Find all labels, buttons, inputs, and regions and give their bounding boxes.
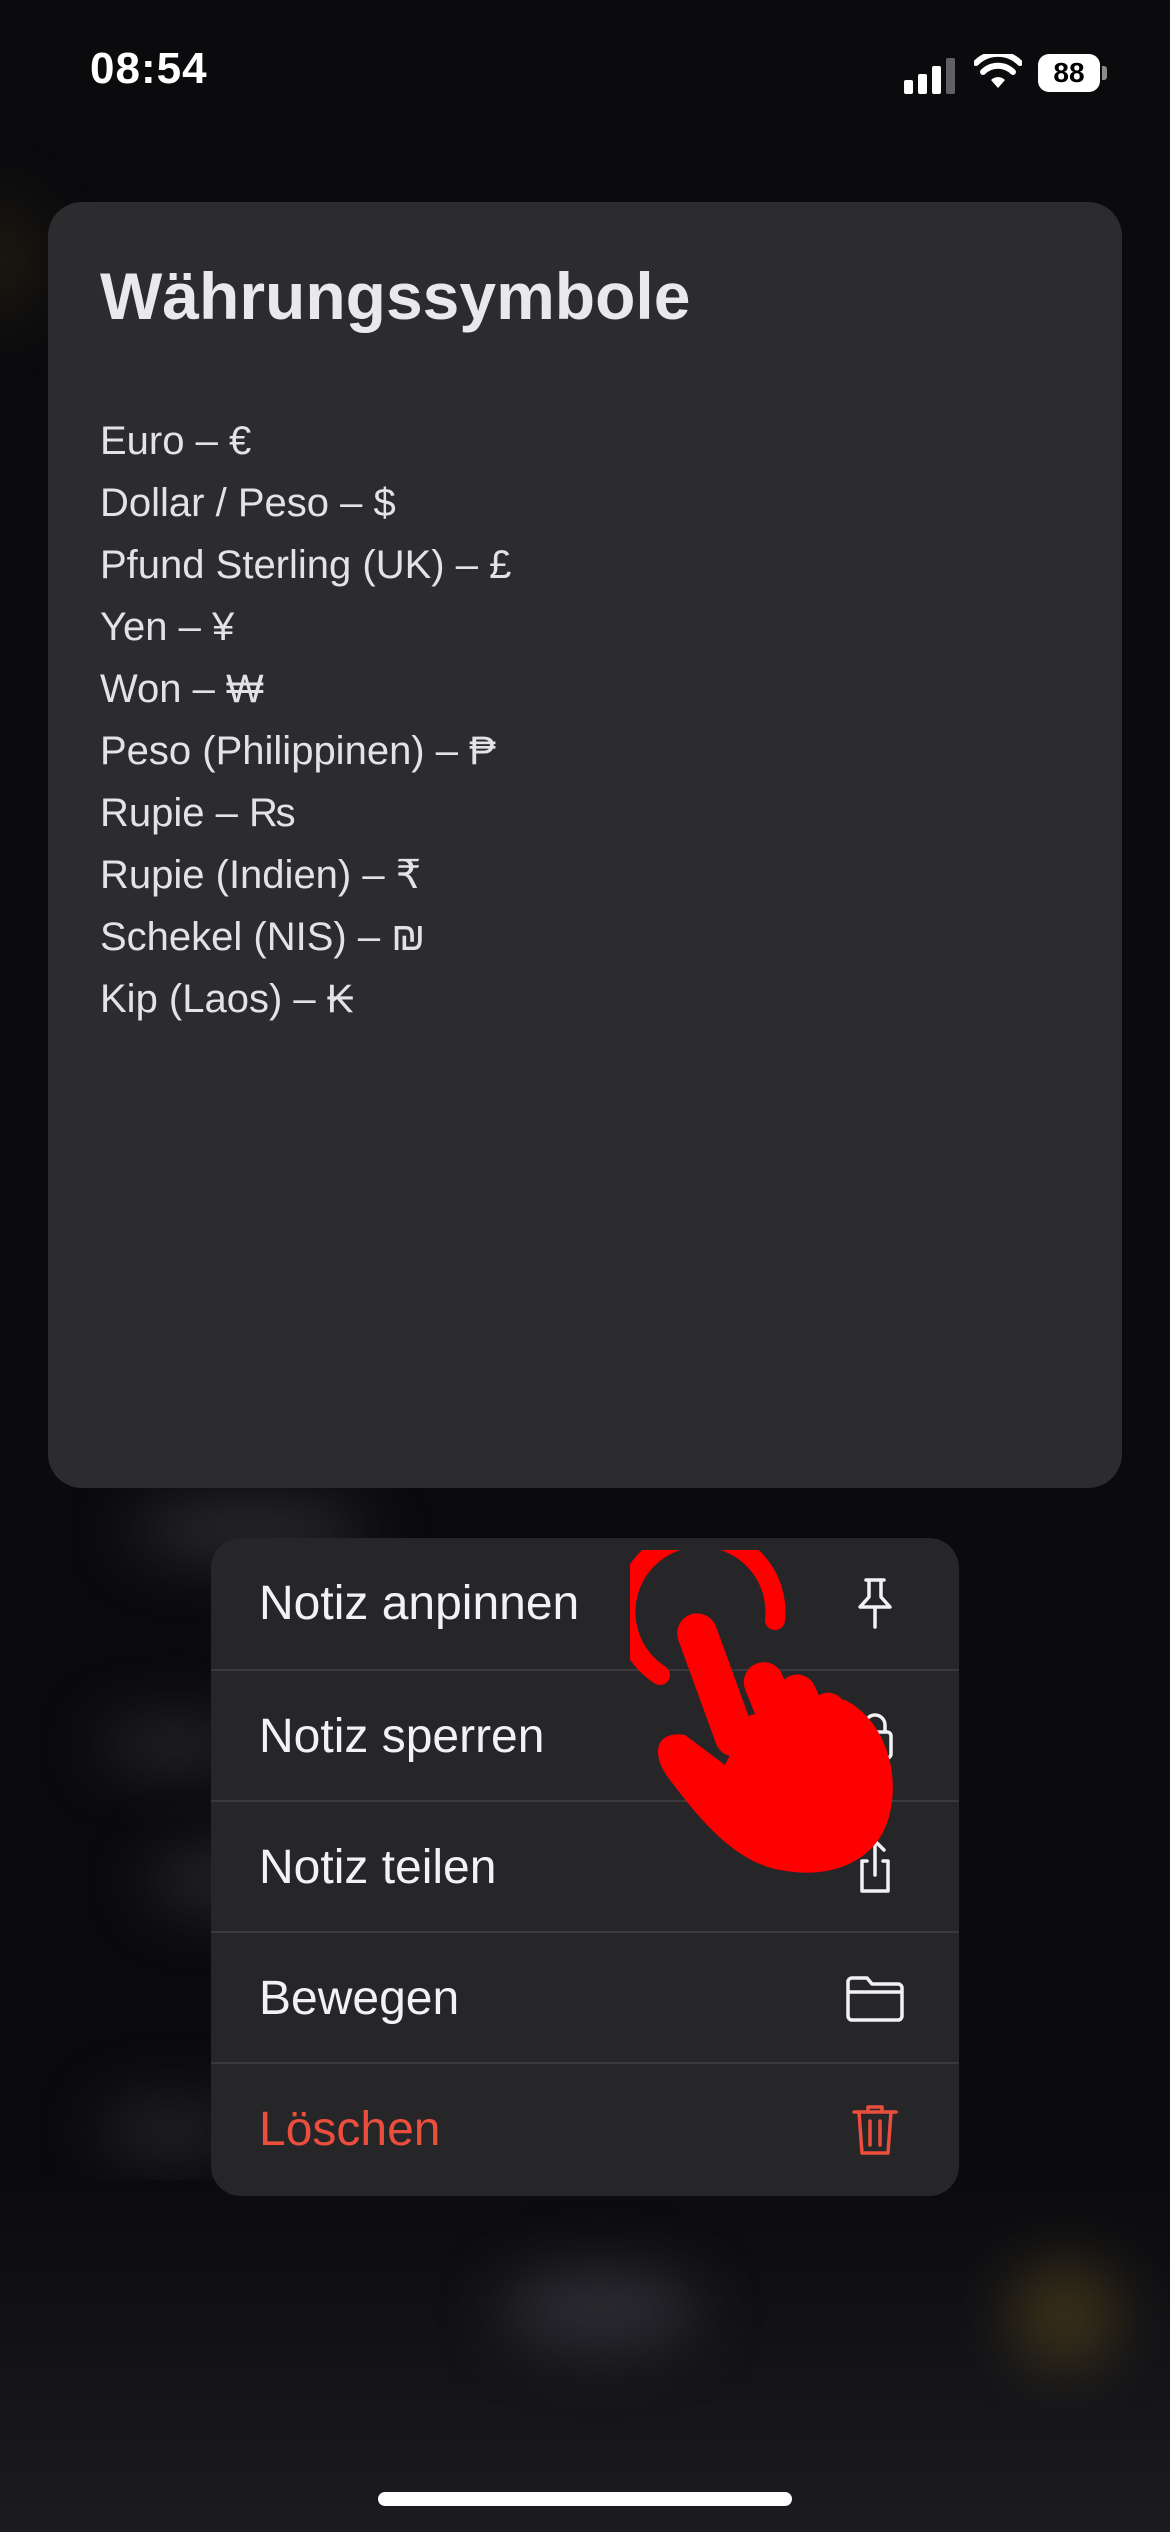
note-line: Dollar / Peso – $: [100, 481, 396, 525]
note-line: Peso (Philippinen) – ₱: [100, 729, 496, 773]
note-line: Rupie (Indien) – ₹: [100, 853, 422, 897]
folder-icon: [846, 1976, 904, 2022]
battery-icon: 88: [1038, 54, 1107, 92]
tap-hand-icon: [630, 1550, 893, 1873]
wifi-icon: [974, 54, 1022, 88]
note-line: Kip (Laos) – ₭: [100, 977, 354, 1021]
background-blur: [0, 200, 40, 320]
status-bar: 08:54 88: [0, 0, 1170, 150]
menu-item-label: Bewegen: [259, 1972, 460, 2025]
battery-level: 88: [1053, 57, 1085, 88]
menu-item-label: Notiz teilen: [259, 1841, 497, 1894]
note-line: Won – ₩: [100, 667, 264, 711]
background-fade: [0, 2180, 1170, 2532]
note-line: Rupie – ₨: [100, 791, 296, 835]
note-line: Euro – €: [100, 419, 252, 463]
trash-icon: [852, 2105, 898, 2155]
menu-item-label: Löschen: [259, 2103, 441, 2156]
note-line: Pfund Sterling (UK) – £: [100, 543, 512, 587]
cellular-signal-icon: [904, 58, 956, 94]
background-blur: [1010, 2260, 1120, 2370]
home-indicator[interactable]: [378, 2492, 792, 2506]
note-body: Euro – € Dollar / Peso – $ Pfund Sterlin…: [100, 410, 511, 1030]
note-title: Währungssymbole: [100, 259, 691, 333]
menu-item-delete-note[interactable]: Löschen: [211, 2062, 959, 2193]
note-line: Yen – ¥: [100, 605, 235, 649]
note-preview-card[interactable]: Währungssymbole Euro – € Dollar / Peso –…: [48, 202, 1122, 1488]
menu-item-move-note[interactable]: Bewegen: [211, 1931, 959, 2062]
menu-item-label: Notiz anpinnen: [259, 1577, 580, 1630]
note-line: Schekel (NIS) – ₪: [100, 915, 426, 959]
status-time: 08:54: [90, 44, 208, 93]
menu-item-label: Notiz sperren: [259, 1710, 545, 1763]
background-blur: [500, 2270, 700, 2350]
